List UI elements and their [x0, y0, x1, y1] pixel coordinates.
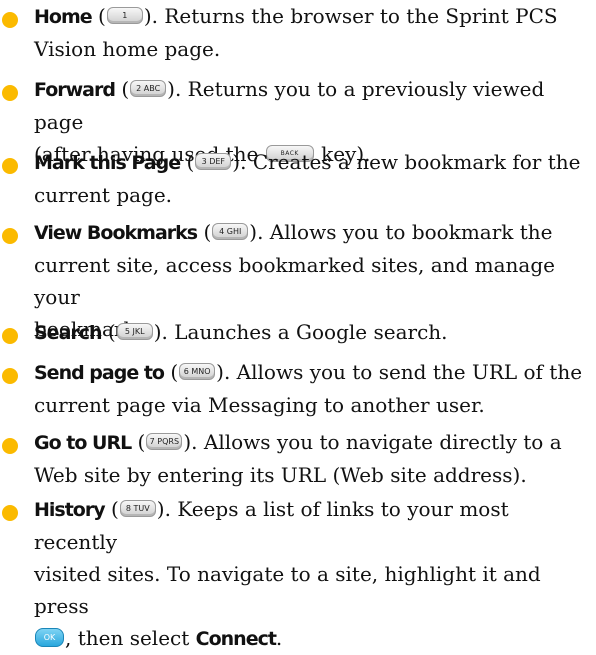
item-desc-line: ). Allows you to navigate directly to a	[183, 430, 562, 454]
item-desc-line: Vision home page.	[34, 37, 221, 61]
item-desc-line: current site, access bookmarked sites, a…	[34, 253, 555, 309]
ok-key-icon: OK	[35, 628, 64, 647]
key-4-icon: 4 GHI	[212, 223, 249, 240]
item-desc-line: ). Returns the browser to the Sprint PCS	[143, 4, 558, 28]
bullet-icon	[2, 158, 18, 174]
item-term: Mark this Page	[34, 152, 181, 174]
bullet-icon	[2, 368, 18, 384]
key-7-icon: 7 PQRS	[146, 433, 183, 450]
item-term: Go to URL	[34, 432, 132, 454]
manual-page: Home (1). Returns the browser to the Spr…	[0, 0, 596, 650]
bullet-icon	[2, 12, 18, 28]
key-6-icon: 6 MNO	[179, 363, 216, 380]
key-1-icon: 1	[106, 7, 143, 24]
item-term: Send page to	[34, 362, 165, 384]
item-desc-line: ). Keeps a list of links to your most re…	[34, 497, 509, 554]
item-term: History	[34, 499, 106, 521]
item-desc-line: current page.	[34, 183, 173, 207]
bullet-icon	[2, 228, 18, 244]
key-3-icon: 3 DEF	[195, 153, 232, 170]
item-term: View Bookmarks	[34, 222, 198, 244]
bullet-icon	[2, 438, 18, 454]
bullet-icon	[2, 328, 18, 344]
item-term: Search	[34, 322, 103, 344]
item-desc-line: , then select	[65, 626, 190, 650]
key-2-icon: 2 ABC	[130, 80, 167, 97]
item-term: Home	[34, 6, 93, 28]
item-desc-line: Web site by entering its URL (Web site a…	[34, 463, 527, 487]
item-desc-line: ). Creates a new bookmark for the	[232, 150, 581, 174]
bullet-icon	[2, 505, 18, 521]
item-desc-line: visited sites. To navigate to a site, hi…	[34, 562, 541, 618]
item-desc-line: ). Allows you to bookmark the	[249, 220, 553, 244]
item-term: Forward	[34, 79, 116, 101]
key-8-icon: 8 TUV	[119, 500, 156, 517]
bullet-icon	[2, 85, 18, 101]
item-desc-line: ). Launches a Google search.	[153, 320, 448, 344]
item-desc-line: ). Allows you to send the URL of the	[216, 360, 583, 384]
connect-term: Connect	[195, 628, 277, 650]
key-5-icon: 5 JKL	[116, 323, 153, 340]
item-desc-line: current page via Messaging to another us…	[34, 393, 485, 417]
item-desc-line: .	[275, 626, 283, 650]
